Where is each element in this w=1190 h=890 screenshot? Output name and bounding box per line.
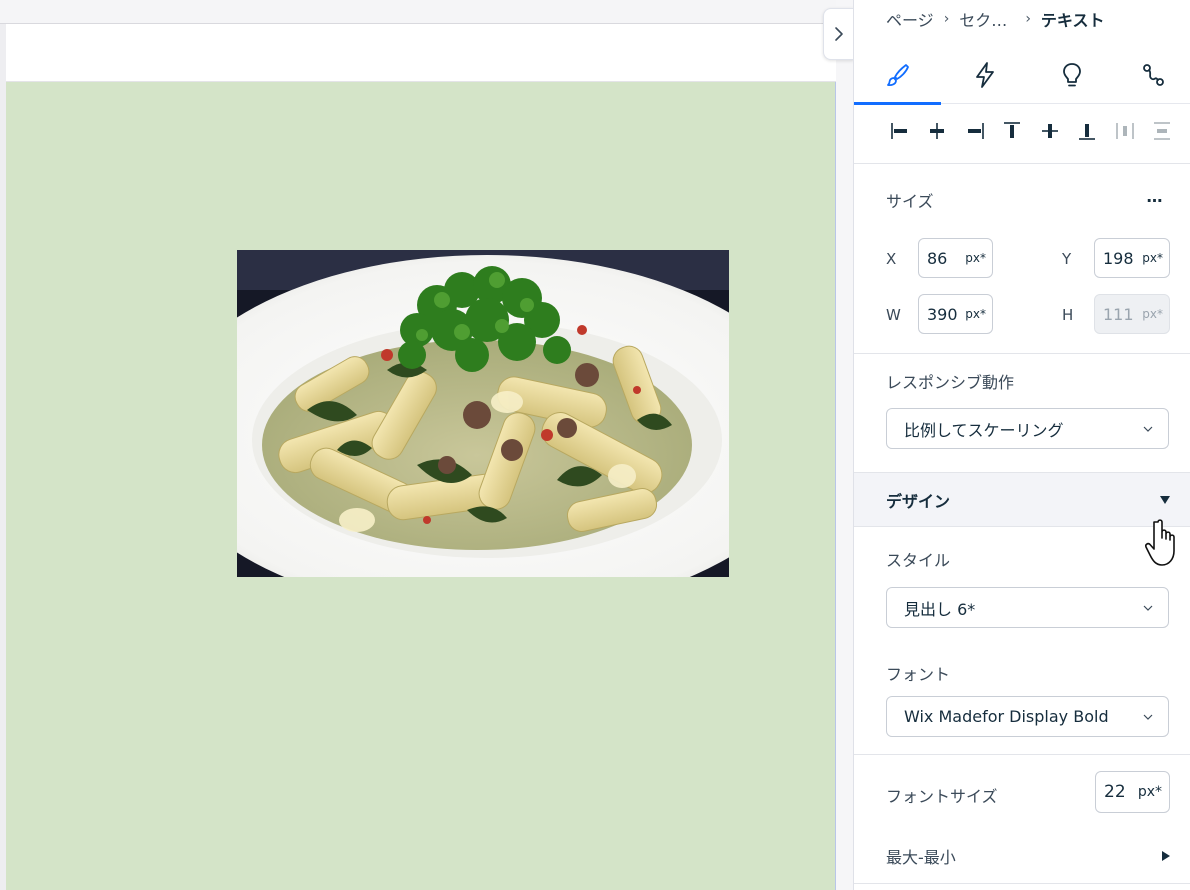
align-top-icon bbox=[1004, 122, 1021, 138]
site-header-section[interactable] bbox=[6, 24, 836, 82]
distribute-vertical-button[interactable] bbox=[1148, 117, 1176, 145]
tab-tips[interactable] bbox=[1028, 46, 1115, 104]
align-top-button[interactable] bbox=[998, 117, 1026, 145]
font-dropdown[interactable]: Wix Madefor Display Bold bbox=[886, 696, 1169, 737]
h-input bbox=[1095, 304, 1135, 324]
design-section-title: デザイン bbox=[886, 491, 951, 511]
x-label: X bbox=[886, 250, 897, 268]
align-bottom-button[interactable] bbox=[1073, 117, 1101, 145]
align-bottom-icon bbox=[1079, 124, 1096, 140]
font-size-field[interactable]: px* bbox=[1095, 771, 1170, 813]
breadcrumb: ページ › セク… › テキスト bbox=[886, 8, 1104, 30]
x-field[interactable]: px* bbox=[918, 238, 993, 278]
align-right-button[interactable] bbox=[961, 117, 989, 145]
tab-interactions[interactable] bbox=[941, 46, 1028, 104]
y-label: Y bbox=[1062, 250, 1072, 268]
align-center-vertical-icon bbox=[1041, 124, 1058, 138]
tab-design[interactable] bbox=[854, 46, 941, 105]
w-unit: px* bbox=[965, 307, 986, 321]
size-section-label: サイズ bbox=[886, 192, 934, 211]
w-label: W bbox=[886, 306, 901, 324]
w-field[interactable]: px* bbox=[918, 294, 993, 334]
y-unit: px* bbox=[1142, 251, 1163, 265]
min-max-row[interactable]: 最大-最小 bbox=[854, 836, 1190, 876]
distribute-horizontal-icon bbox=[1115, 123, 1134, 139]
y-field[interactable]: px* bbox=[1094, 238, 1170, 278]
chevron-right-icon bbox=[835, 27, 843, 41]
align-left-icon bbox=[891, 123, 907, 139]
style-label: スタイル bbox=[886, 551, 951, 570]
more-options-icon[interactable]: … bbox=[1142, 186, 1166, 206]
canvas-gutter bbox=[836, 0, 853, 890]
align-center-horizontal-button[interactable] bbox=[923, 117, 951, 145]
align-center-vertical-button[interactable] bbox=[1036, 117, 1064, 145]
h-label: H bbox=[1062, 306, 1074, 324]
h-unit: px* bbox=[1142, 307, 1163, 321]
paintbrush-icon bbox=[886, 64, 909, 87]
responsive-behavior-value: 比例してスケーリング bbox=[904, 420, 1064, 440]
x-unit: px* bbox=[965, 251, 986, 265]
responsive-behavior-dropdown[interactable]: 比例してスケーリング bbox=[886, 408, 1169, 449]
divider bbox=[854, 353, 1190, 354]
inspector-panel: ページ › セク… › テキスト サイズ … X 86 px* Y 198 px… bbox=[853, 0, 1190, 890]
inspector-tabs bbox=[854, 46, 1190, 105]
collapse-panel-button[interactable] bbox=[823, 8, 853, 60]
font-size-unit: px* bbox=[1137, 784, 1162, 800]
divider bbox=[854, 163, 1190, 164]
style-value: 見出し 6* bbox=[904, 599, 976, 619]
font-value: Wix Madefor Display Bold bbox=[904, 707, 1109, 726]
align-center-horizontal-icon bbox=[930, 123, 945, 139]
distribute-vertical-icon bbox=[1153, 122, 1170, 140]
design-section-header[interactable]: デザイン bbox=[854, 472, 1190, 527]
font-label: フォント bbox=[886, 665, 951, 684]
breadcrumb-item-section[interactable]: セク… bbox=[959, 7, 1007, 31]
breadcrumb-item-page[interactable]: ページ bbox=[886, 7, 934, 31]
y-input[interactable] bbox=[1095, 248, 1135, 268]
w-input[interactable] bbox=[919, 304, 959, 324]
align-right-icon bbox=[967, 123, 984, 139]
distribute-horizontal-button[interactable] bbox=[1111, 117, 1139, 145]
align-left-button[interactable] bbox=[886, 117, 914, 145]
pasta-image[interactable] bbox=[237, 250, 729, 577]
chevron-down-icon bbox=[1142, 423, 1154, 435]
x-input[interactable] bbox=[919, 248, 959, 268]
caret-right-icon bbox=[1162, 851, 1170, 861]
divider bbox=[854, 754, 1190, 755]
h-field: px* bbox=[1094, 294, 1170, 334]
chevron-down-icon bbox=[1142, 602, 1154, 614]
font-size-label: フォントサイズ bbox=[886, 787, 998, 806]
tab-connect[interactable] bbox=[1115, 46, 1190, 104]
divider bbox=[854, 883, 1190, 884]
min-max-label: 最大-最小 bbox=[886, 848, 956, 867]
alignment-toolbar bbox=[886, 114, 1176, 148]
chevron-down-icon bbox=[1142, 711, 1154, 723]
responsive-behavior-label: レスポンシブ動作 bbox=[886, 373, 1015, 392]
lightbulb-icon bbox=[1062, 63, 1081, 87]
breadcrumb-item-text: テキスト bbox=[1040, 11, 1105, 30]
lightning-icon bbox=[975, 62, 994, 88]
editor-canvas[interactable] bbox=[0, 0, 853, 890]
canvas-top-bar bbox=[0, 0, 836, 24]
style-dropdown[interactable]: 見出し 6* bbox=[886, 587, 1169, 628]
font-size-input[interactable] bbox=[1096, 782, 1132, 802]
breadcrumb-separator: › bbox=[1025, 11, 1031, 27]
caret-down-icon bbox=[1160, 495, 1170, 504]
breadcrumb-separator: › bbox=[943, 11, 950, 27]
connector-icon bbox=[1143, 64, 1164, 86]
